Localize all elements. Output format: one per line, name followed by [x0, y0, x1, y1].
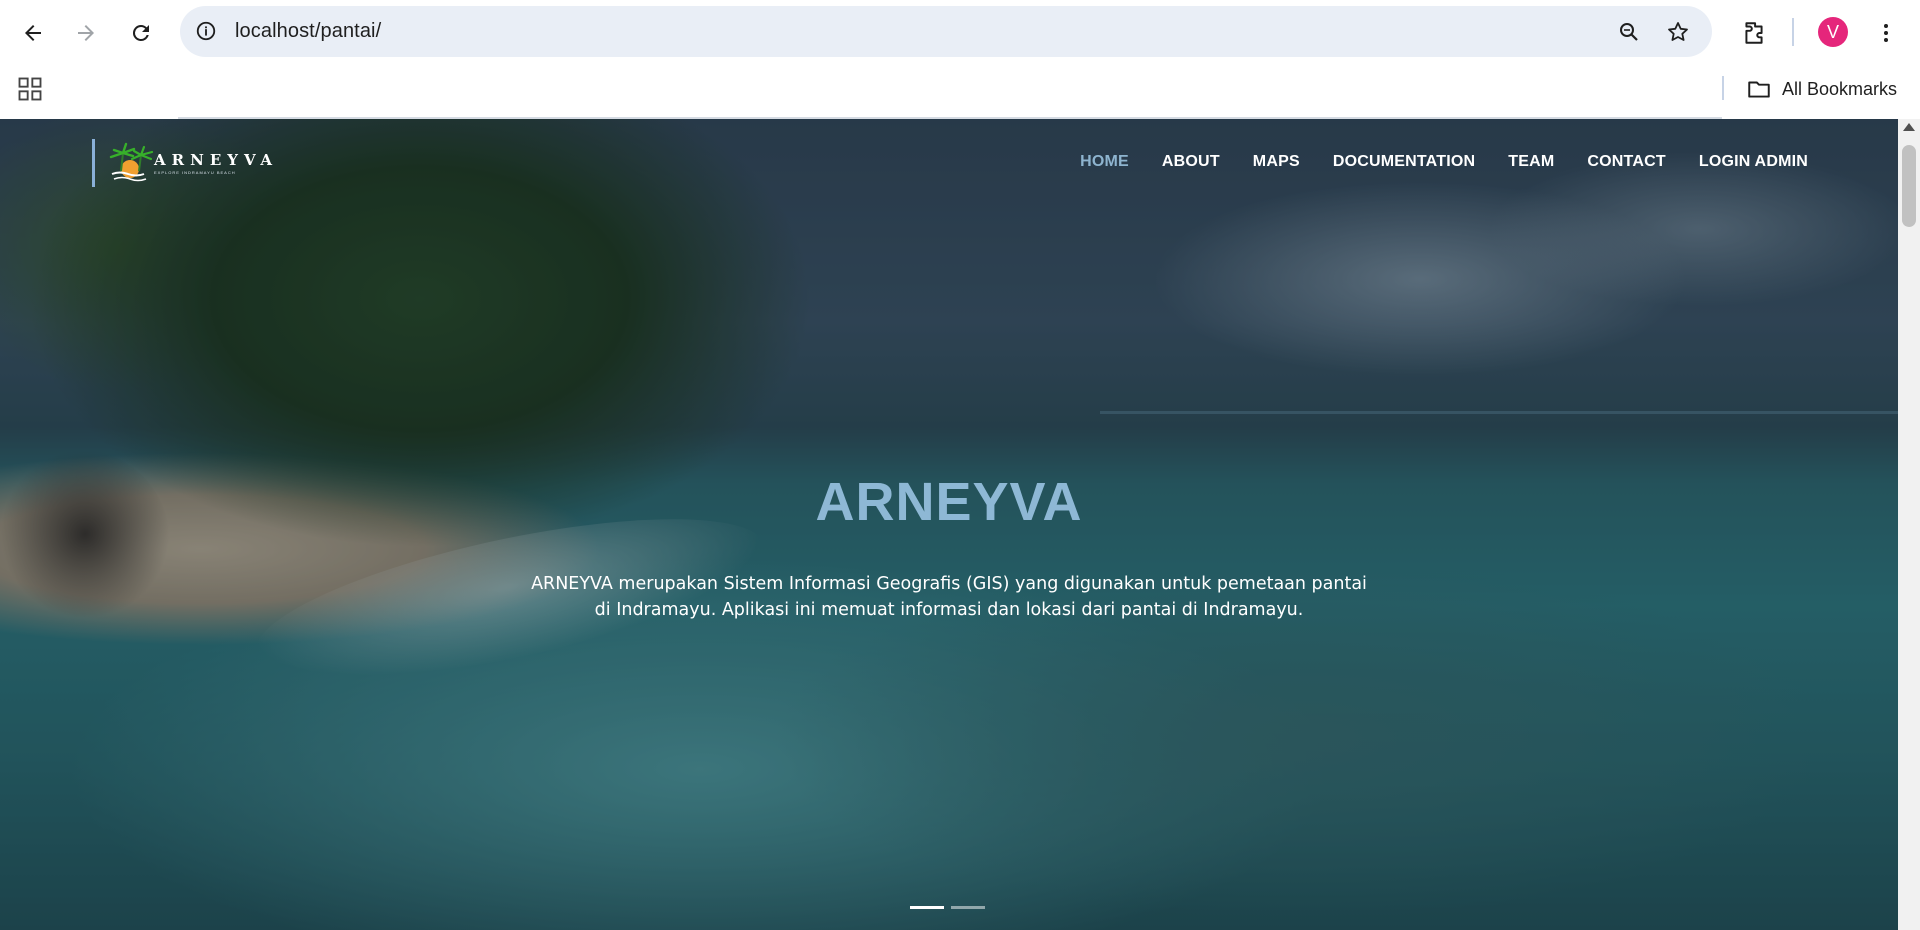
address-bar[interactable]: localhost/pantai/ [180, 6, 1712, 57]
site-logo[interactable]: ARNEYVA EXPLORE INDRAMAYU BEACH [106, 141, 278, 185]
extensions-icon[interactable] [1734, 13, 1774, 53]
main-navigation: HOME ABOUT MAPS DOCUMENTATION TEAM CONTA… [1080, 153, 1808, 171]
apps-grid-icon[interactable] [16, 75, 44, 103]
info-icon[interactable] [194, 19, 218, 43]
url-text[interactable]: localhost/pantai/ [235, 20, 381, 43]
forward-button[interactable] [66, 13, 106, 53]
menu-dots-icon[interactable] [1866, 13, 1906, 53]
profile-avatar[interactable]: V [1818, 17, 1848, 47]
toolbar-divider [1792, 18, 1794, 46]
reload-icon [132, 24, 149, 41]
scroll-up-arrow-icon[interactable] [1903, 123, 1915, 131]
nav-maps[interactable]: MAPS [1253, 153, 1300, 171]
page-viewport: ARNEYVA EXPLORE INDRAMAYU BEACH HOME ABO… [0, 119, 1898, 930]
palm-sunset-logo-icon [109, 142, 154, 182]
all-bookmarks-label: All Bookmarks [1782, 78, 1898, 99]
page-scrollbar[interactable] [1898, 119, 1920, 930]
nav-documentation[interactable]: DOCUMENTATION [1333, 153, 1475, 171]
back-button[interactable] [13, 13, 53, 53]
hero-title: ARNEYVA [815, 472, 1083, 532]
bookmarks-bar: All Bookmarks [0, 63, 1920, 119]
url-path: /pantai/ [314, 20, 382, 42]
logo-brand: ARNEYVA [154, 151, 279, 169]
carousel-indicator-1[interactable] [910, 906, 944, 909]
carousel-indicators [910, 906, 985, 909]
nav-login-admin[interactable]: LOGIN ADMIN [1699, 153, 1808, 171]
bookmarks-divider [1722, 76, 1724, 100]
reload-button[interactable] [121, 13, 161, 53]
browser-toolbar: localhost/pantai/ V [0, 0, 1920, 63]
star-icon[interactable] [1665, 19, 1691, 45]
scroll-thumb[interactable] [1902, 145, 1916, 227]
nav-about[interactable]: ABOUT [1162, 153, 1220, 171]
folder-icon [1748, 81, 1770, 98]
url-host: localhost [235, 20, 315, 42]
zoom-icon[interactable] [1616, 19, 1642, 45]
logo-tagline: EXPLORE INDRAMAYU BEACH [154, 170, 236, 175]
logo-text: ARNEYVA EXPLORE INDRAMAYU BEACH [154, 151, 278, 175]
carousel-indicator-2[interactable] [951, 906, 985, 909]
back-icon [25, 25, 41, 41]
all-bookmarks-button[interactable]: All Bookmarks [1746, 75, 1897, 103]
nav-team[interactable]: TEAM [1508, 153, 1554, 171]
logo-accent-bar [92, 139, 95, 187]
forward-icon [78, 25, 94, 41]
site-header: ARNEYVA EXPLORE INDRAMAYU BEACH HOME ABO… [0, 119, 1898, 209]
nav-home[interactable]: HOME [1080, 153, 1129, 171]
nav-contact[interactable]: CONTACT [1587, 153, 1665, 171]
hero-description: ARNEYVA merupakan Sistem Informasi Geogr… [531, 574, 1367, 620]
